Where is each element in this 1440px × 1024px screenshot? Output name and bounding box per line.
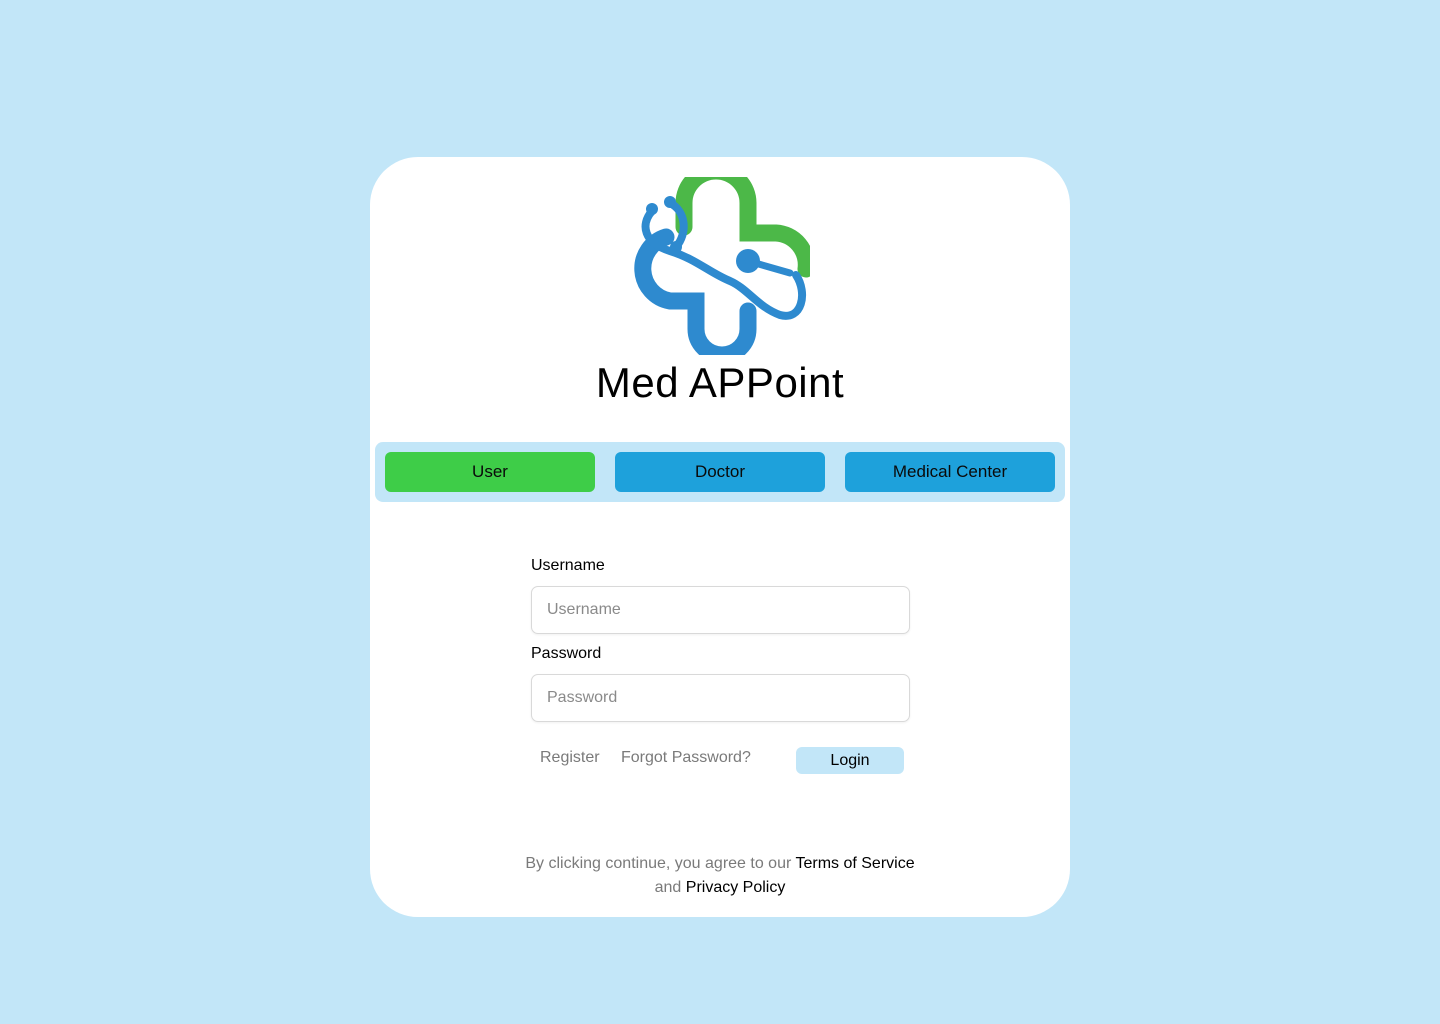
legal-notice: By clicking continue, you agree to our T… [520,852,920,900]
terms-of-service-link[interactable]: Terms of Service [795,855,914,872]
role-selector: User Doctor Medical Center [375,442,1065,502]
login-button[interactable]: Login [796,747,904,774]
username-label: Username [531,557,605,574]
privacy-policy-link[interactable]: Privacy Policy [686,879,786,896]
username-input[interactable] [531,586,910,634]
medical-cross-stethoscope-logo-icon [634,177,810,355]
password-input[interactable] [531,674,910,722]
legal-prefix: By clicking continue, you agree to our [525,855,792,872]
role-tab-doctor[interactable]: Doctor [615,452,825,492]
password-label: Password [531,645,602,662]
login-card: Med APPoint User Doctor Medical Center U… [370,157,1070,917]
forgot-password-link[interactable]: Forgot Password? [621,749,751,767]
legal-conjunction: and [654,879,682,896]
role-tab-medical-center[interactable]: Medical Center [845,452,1055,492]
role-tab-user[interactable]: User [385,452,595,492]
register-link[interactable]: Register [540,749,600,767]
app-title: Med APPoint [595,359,845,406]
